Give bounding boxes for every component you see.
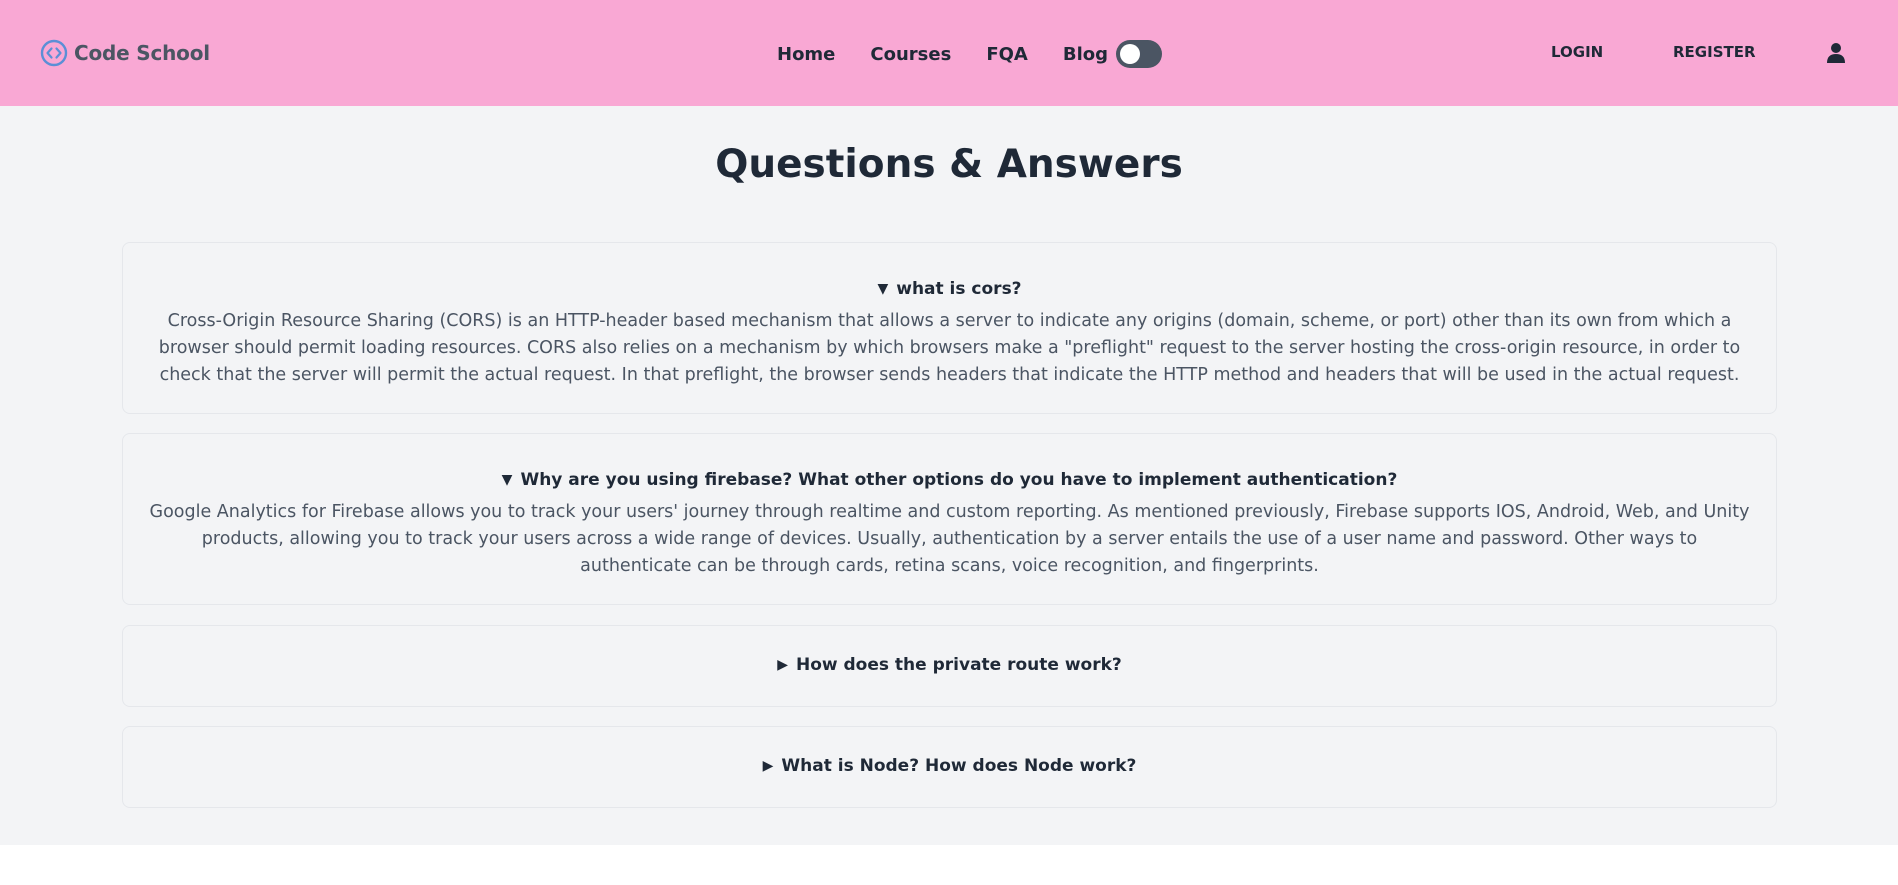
main-content: Questions & Answers ▼ what is cors? Cros… <box>0 106 1898 845</box>
nav-home-link[interactable]: Home <box>777 44 835 65</box>
faq-item: ▼ what is cors? Cross-Origin Resource Sh… <box>122 242 1777 414</box>
caret-right-icon: ▶ <box>762 758 774 774</box>
faq-question[interactable]: ▼ what is cors? <box>123 279 1776 299</box>
faq-item: ▼ Why are you using firebase? What other… <box>122 433 1777 605</box>
caret-right-icon: ▶ <box>777 657 788 673</box>
faq-question[interactable]: ▶ How does the private route work? <box>123 655 1776 675</box>
nav-fqa-link[interactable]: FQA <box>986 44 1028 65</box>
caret-down-icon: ▼ <box>501 472 513 488</box>
faq-answer: Google Analytics for Firebase allows you… <box>149 502 1750 576</box>
main-nav: Home Courses FQA Blog <box>777 40 1162 68</box>
faq-question-text: What is Node? How does Node work? <box>781 756 1137 776</box>
faq-item: ▶ What is Node? How does Node work? <box>122 726 1777 808</box>
faq-question[interactable]: ▶ What is Node? How does Node work? <box>123 756 1776 776</box>
register-link[interactable]: REGISTER <box>1673 43 1756 65</box>
caret-down-icon: ▼ <box>877 281 889 297</box>
brand-link[interactable]: Code School <box>40 38 210 68</box>
theme-toggle[interactable] <box>1115 40 1162 68</box>
toggle-knob <box>1119 44 1140 64</box>
login-link[interactable]: LOGIN <box>1551 43 1603 65</box>
navbar: Code School Home Courses FQA Blog LOGIN … <box>0 0 1898 106</box>
code-brackets-circle-icon <box>40 39 68 67</box>
brand-name: Code School <box>74 41 210 65</box>
faq-item: ▶ How does the private route work? <box>122 625 1777 707</box>
nav-courses-link[interactable]: Courses <box>870 44 951 65</box>
nav-blog-link[interactable]: Blog <box>1063 44 1108 65</box>
user-icon[interactable] <box>1826 42 1846 64</box>
faq-question[interactable]: ▼ Why are you using firebase? What other… <box>123 470 1776 490</box>
faq-question-text: what is cors? <box>896 279 1022 299</box>
page-title: Questions & Answers <box>715 142 1183 187</box>
faq-answer: Cross-Origin Resource Sharing (CORS) is … <box>158 311 1741 385</box>
faq-question-text: Why are you using firebase? What other o… <box>520 470 1398 490</box>
faq-question-text: How does the private route work? <box>795 655 1122 675</box>
